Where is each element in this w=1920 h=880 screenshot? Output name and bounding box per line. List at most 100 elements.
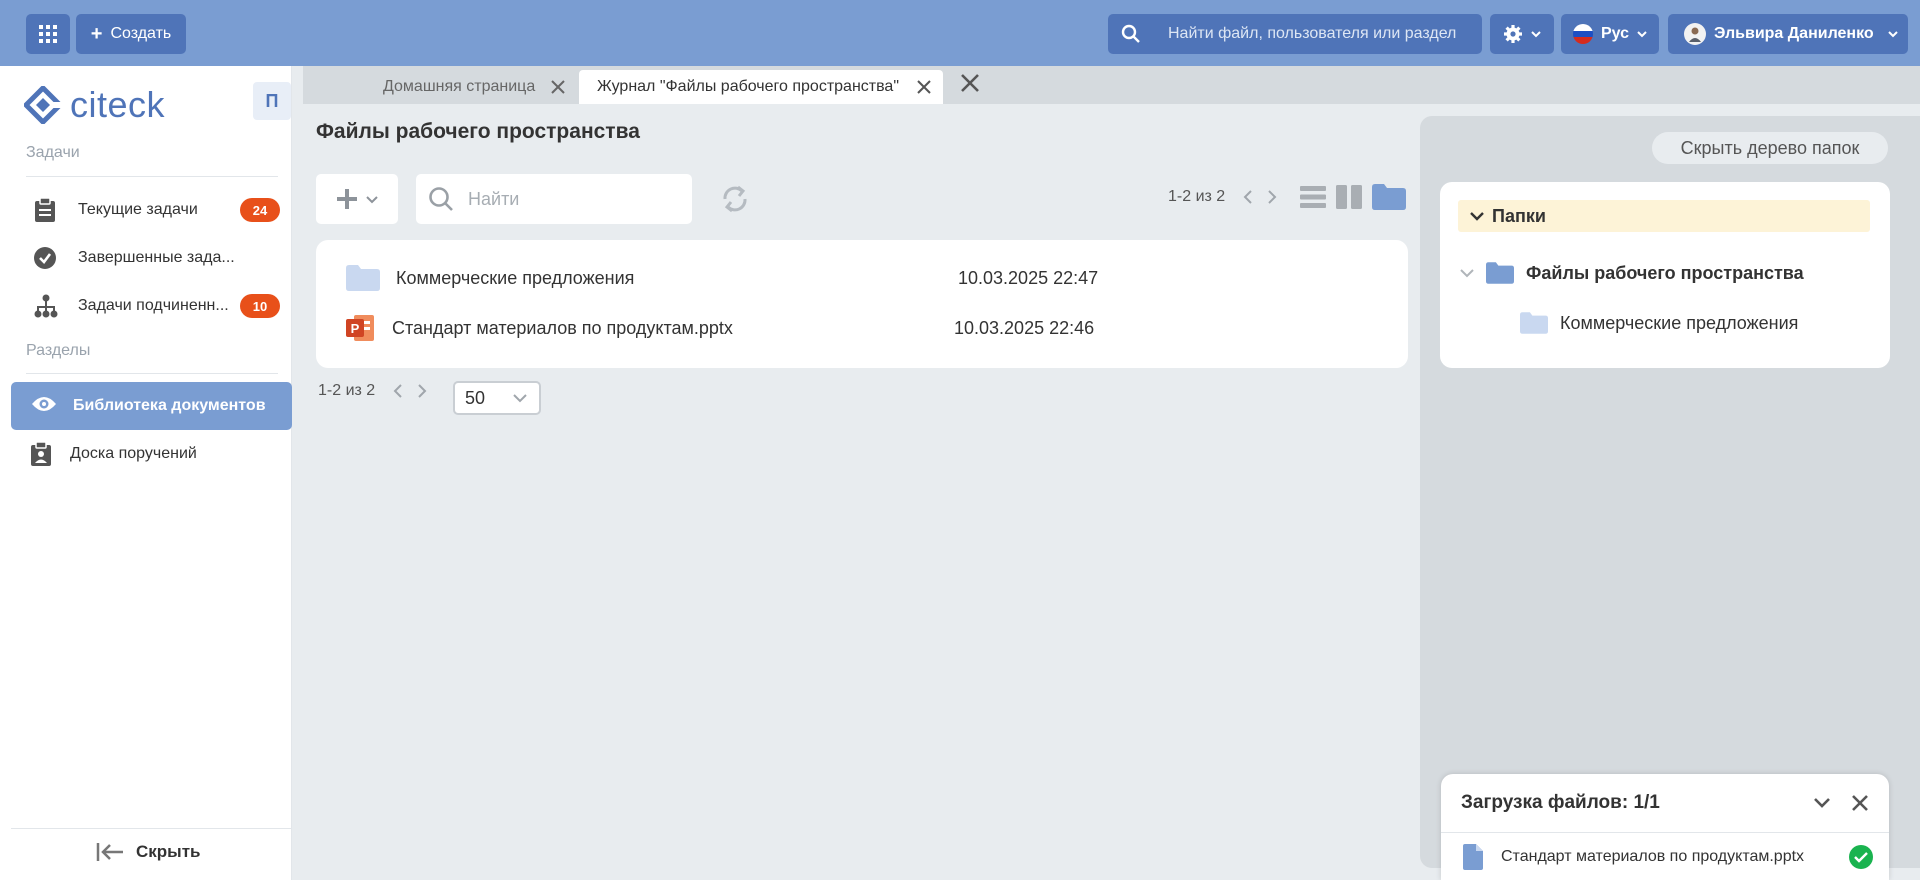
sidebar-item-document-library[interactable]: Библиотека документов [11,382,292,430]
refresh-icon [723,185,747,213]
pagination-bottom: 1-2 из 2 [318,382,427,400]
tree-node-label: Файлы рабочего пространства [1526,262,1804,283]
language-selector[interactable]: Рус [1561,14,1659,54]
citeck-logo-icon [24,86,62,124]
per-page-select[interactable]: 50 [453,381,541,415]
chevron-down-icon [1470,212,1484,221]
upload-file-row: Стандарт материалов по продуктам.pptx [1463,844,1873,870]
user-name: Эльвира Даниленко [1714,25,1874,42]
grid-icon [39,25,57,43]
chevron-down-icon [366,196,378,204]
columns-view-icon[interactable] [1336,185,1362,209]
tab-label: Журнал "Файлы рабочего пространства" [597,78,900,95]
folder-tree: Папки Файлы рабочего пространства Коммер… [1440,182,1890,368]
close-icon[interactable] [1851,794,1869,812]
chevron-right-icon[interactable] [1267,189,1277,205]
per-page-value: 50 [465,387,486,408]
task-count-badge: 10 [240,294,280,318]
refresh-button[interactable] [718,182,752,221]
tasks-section-title: Задачи [26,144,80,161]
task-count-badge: 24 [240,198,280,222]
folders-header[interactable]: Папки [1458,200,1870,232]
upload-file-name: Стандарт материалов по продуктам.pptx [1501,848,1805,865]
tree-node-child[interactable]: Коммерческие предложения [1520,312,1798,334]
pagination-top: 1-2 из 2 [1168,188,1277,206]
file-name: Стандарт материалов по продуктам.pptx [392,317,733,338]
clipboard-user-icon [30,442,64,466]
chevron-right-icon[interactable] [417,383,427,399]
pin-sidebar-button[interactable]: П [253,82,291,120]
collapse-left-icon [96,843,123,861]
chevron-left-icon[interactable] [393,383,403,399]
list-item[interactable]: Коммерческие предложения 10.03.2025 22:4… [346,258,1396,298]
sidebar-item-label: Завершенные зада... [78,249,235,266]
folder-icon [346,265,380,291]
folder-icon [1520,312,1548,334]
sidebar-item-label: Задачи подчиненн... [78,297,229,314]
chevron-down-icon [513,394,527,403]
hide-label: Скрыть [136,842,201,861]
create-label: Создать [110,25,172,42]
apps-menu-button[interactable] [26,14,70,54]
avatar [1684,23,1706,45]
chevron-down-icon [1637,31,1647,38]
folder-view-icon[interactable] [1372,184,1406,210]
view-mode-switcher [1300,184,1406,210]
sidebar-item-label: Доска поручений [70,445,197,462]
chevron-down-icon[interactable] [1813,797,1831,809]
pagination-text: 1-2 из 2 [1168,188,1226,205]
create-button[interactable]: + Создать [76,14,186,54]
settings-button[interactable] [1490,14,1554,54]
divider [26,373,278,374]
sidebar-item-assignment-board[interactable]: Доска поручений [30,434,278,474]
check-circle-icon [34,247,68,269]
search-input[interactable]: Найти [416,174,692,224]
search-icon [429,187,453,211]
tab-workspace-files-journal[interactable]: Журнал "Файлы рабочего пространства" [579,70,943,104]
chevron-down-icon[interactable] [1460,268,1474,278]
chevron-left-icon[interactable] [1243,189,1253,205]
citeck-logo[interactable]: citeck [24,84,165,126]
file-name: Коммерческие предложения [396,267,635,288]
close-all-tabs-button[interactable] [961,74,979,97]
hide-folder-tree-button[interactable]: Скрыть дерево папок [1652,132,1888,164]
eye-icon [31,395,57,418]
hierarchy-icon [34,294,68,318]
russia-flag-icon [1572,24,1593,44]
sidebar-item-current-tasks[interactable]: Текущие задачи 24 [34,190,282,230]
close-tab-icon[interactable] [917,80,931,94]
svg-text:P: P [351,321,360,336]
list-item[interactable]: P Стандарт материалов по продуктам.pptx … [346,308,1396,348]
global-search-input[interactable]: Найти файл, пользователя или раздел [1108,14,1482,54]
top-header: + Создать Найти файл, пользователя или р… [0,0,1920,66]
upload-title: Загрузка файлов: 1/1 [1461,792,1660,813]
hide-sidebar-button[interactable]: Скрыть [96,842,200,862]
pagination-text: 1-2 из 2 [318,382,376,399]
sidebar-item-label: Текущие задачи [78,201,198,218]
sidebar-item-label: Библиотека документов [73,397,266,414]
tree-node-root[interactable]: Файлы рабочего пространства [1460,262,1804,284]
user-menu-button[interactable]: Эльвира Даниленко [1668,14,1908,54]
file-date: 10.03.2025 22:46 [954,317,1095,338]
list-view-icon[interactable] [1300,185,1326,209]
add-button[interactable] [316,174,398,224]
close-icon [961,74,979,92]
sections-section-title: Разделы [26,342,91,359]
plus-icon [337,189,357,209]
sidebar: citeck П Задачи Текущие задачи 24 Заверш… [0,66,292,880]
page-title: Файлы рабочего пространства [316,120,640,143]
folders-header-label: Папки [1492,205,1546,226]
upload-actions [1813,794,1869,812]
divider [11,828,292,829]
tab-home[interactable]: Домашняя страница [383,70,565,104]
divider [26,176,278,177]
tab-label: Домашняя страница [383,78,536,95]
upload-panel: Загрузка файлов: 1/1 Стандарт материалов… [1441,774,1889,880]
close-tab-icon[interactable] [551,80,565,94]
pptx-file-icon: P [346,315,374,341]
language-label: Рус [1600,25,1630,42]
sidebar-item-completed-tasks[interactable]: Завершенные зада... [34,238,282,278]
chevron-down-icon [1531,31,1541,38]
file-icon [1463,844,1483,870]
sidebar-item-subordinate-tasks[interactable]: Задачи подчиненн... 10 [34,286,282,326]
